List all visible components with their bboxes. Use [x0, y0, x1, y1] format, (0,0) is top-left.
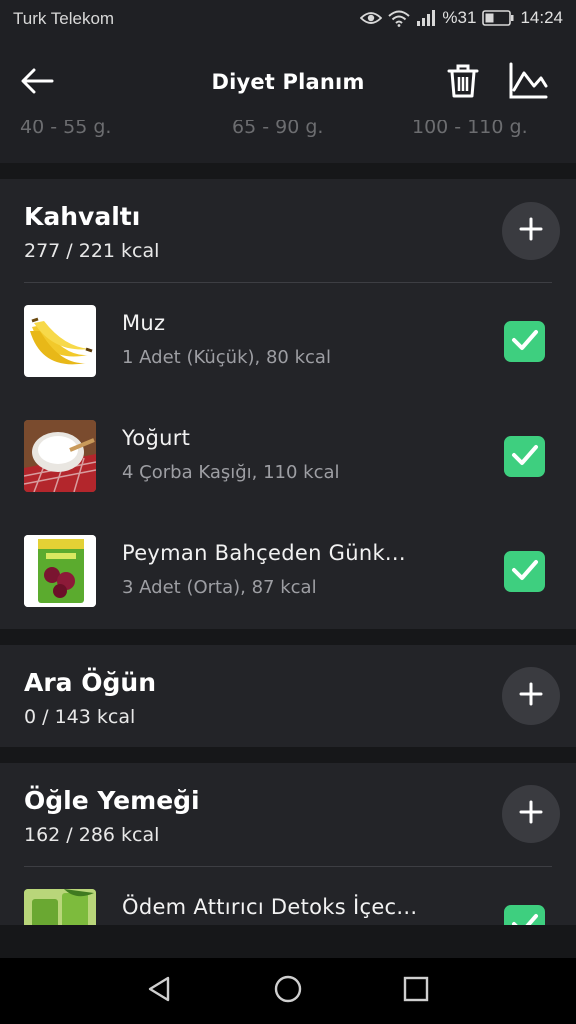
progress-chart-button[interactable] [505, 60, 551, 106]
app-bar: Diyet Planım [0, 40, 576, 130]
circle-home-icon [273, 974, 303, 1008]
divider [24, 866, 552, 867]
status-icons: %31 14:24 [360, 8, 563, 28]
macro-value: 40 - 55 g. [20, 120, 112, 138]
nav-recents-button[interactable] [396, 971, 436, 1011]
food-item[interactable]: Peyman Bahçeden Günk... 3 Adet (Orta), 8… [0, 535, 576, 650]
battery-percent: %31 [442, 8, 477, 27]
eaten-checkbox[interactable] [504, 551, 545, 592]
nav-home-button[interactable] [268, 971, 308, 1011]
banana-thumbnail [24, 305, 96, 377]
meal-card-lunch: Öğle Yemeği 162 / 286 kcal Ödem Attırıcı… [0, 763, 576, 925]
food-name: Muz [122, 311, 166, 335]
wifi-icon [388, 10, 411, 27]
checkmark-icon [511, 913, 539, 925]
status-bar: Turk Telekom %31 14:24 [0, 0, 576, 40]
clock: 14:24 [520, 8, 563, 27]
eaten-checkbox[interactable] [504, 905, 545, 925]
food-item[interactable]: Ödem Attırıcı Detoks İçec... [0, 889, 576, 925]
meal-card-snack: Ara Öğün 0 / 143 kcal [0, 645, 576, 747]
line-chart-icon [508, 62, 548, 104]
dried-fruit-package-thumbnail [24, 535, 96, 607]
food-item[interactable]: Yoğurt 4 Çorba Kaşığı, 110 kcal [0, 420, 576, 535]
meal-kcal: 162 / 286 kcal [24, 824, 160, 846]
add-food-button[interactable] [502, 667, 560, 725]
food-name: Ödem Attırıcı Detoks İçec... [122, 895, 418, 919]
eye-icon [360, 10, 383, 26]
nav-back-button[interactable] [139, 971, 179, 1011]
meal-title: Ara Öğün [24, 668, 156, 697]
eaten-checkbox[interactable] [504, 321, 545, 362]
meal-title: Kahvaltı [24, 202, 141, 231]
checkmark-icon [511, 444, 539, 470]
checkmark-icon [511, 329, 539, 355]
add-food-button[interactable] [502, 202, 560, 260]
square-recents-icon [402, 975, 430, 1007]
checkmark-icon [511, 559, 539, 585]
trash-icon [446, 63, 480, 103]
meal-title: Öğle Yemeği [24, 786, 200, 815]
macro-targets-strip: 40 - 55 g. 65 - 90 g. 100 - 110 g. [0, 120, 576, 163]
meal-card-breakfast: Kahvaltı 277 / 221 kcal Muz 1 Adet (Küçü… [0, 179, 576, 629]
plus-icon [519, 217, 543, 245]
divider [24, 282, 552, 283]
signal-icon [416, 10, 436, 26]
meal-kcal: 277 / 221 kcal [24, 240, 160, 262]
system-navigation-bar [0, 958, 576, 1024]
food-name: Peyman Bahçeden Günk... [122, 541, 406, 565]
meal-kcal: 0 / 143 kcal [24, 706, 136, 728]
triangle-back-icon [146, 975, 172, 1007]
food-name: Yoğurt [122, 426, 191, 450]
green-drink-thumbnail [24, 889, 96, 925]
plus-icon [519, 800, 543, 828]
food-detail: 4 Çorba Kaşığı, 110 kcal [122, 462, 340, 483]
plus-icon [519, 682, 543, 710]
food-detail: 1 Adet (Küçük), 80 kcal [122, 347, 331, 368]
yogurt-thumbnail [24, 420, 96, 492]
battery-icon [482, 10, 514, 26]
macro-value: 100 - 110 g. [412, 120, 528, 138]
add-food-button[interactable] [502, 785, 560, 843]
food-detail: 3 Adet (Orta), 87 kcal [122, 577, 317, 598]
page-title: Diyet Planım [211, 70, 365, 94]
food-item[interactable]: Muz 1 Adet (Küçük), 80 kcal [0, 305, 576, 420]
carrier-label: Turk Telekom [13, 9, 115, 28]
delete-button[interactable] [440, 60, 486, 106]
eaten-checkbox[interactable] [504, 436, 545, 477]
macro-value: 65 - 90 g. [232, 120, 324, 138]
